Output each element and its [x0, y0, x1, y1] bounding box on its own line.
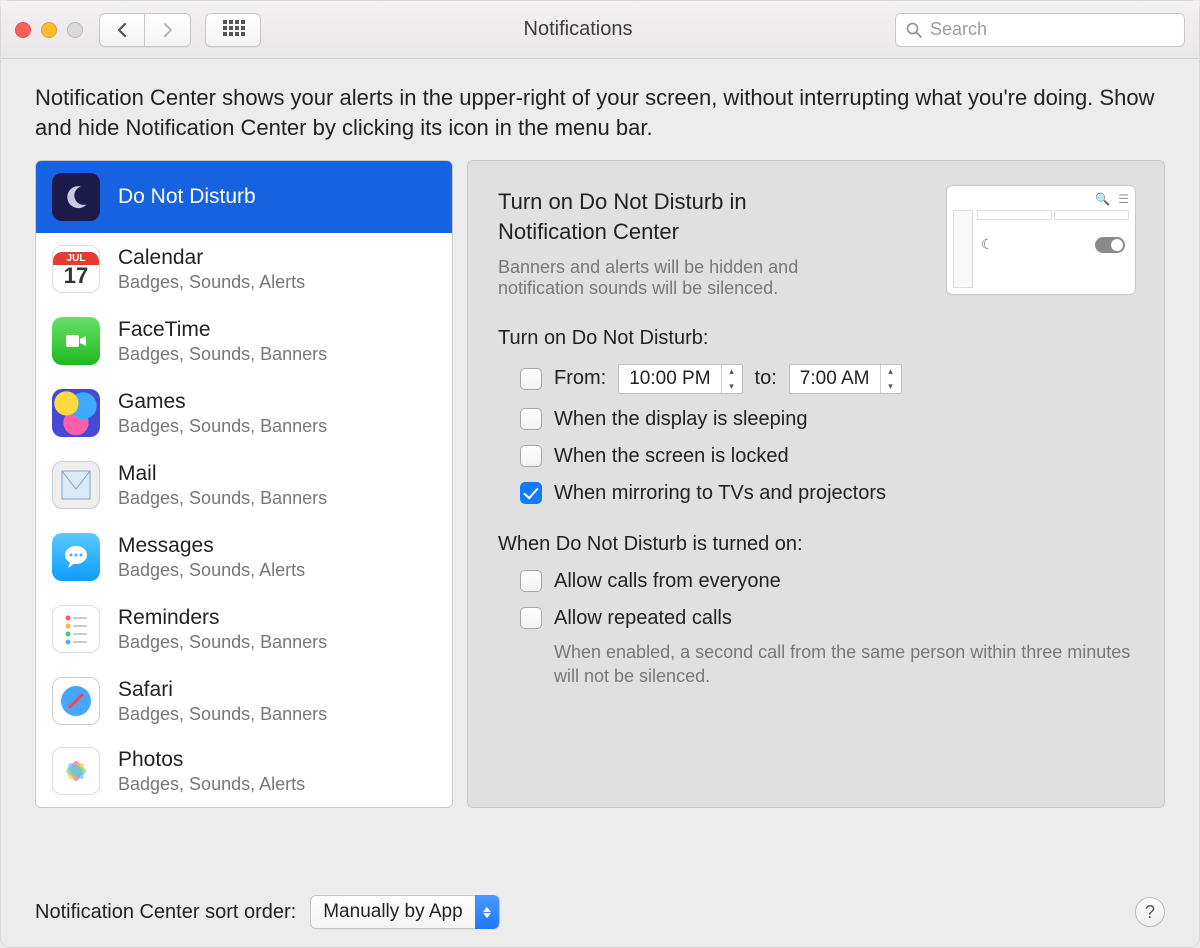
preferences-window: Notifications Notification Center shows … — [0, 0, 1200, 948]
mail-icon — [52, 461, 100, 509]
sidebar-item-sub: Badges, Sounds, Alerts — [118, 560, 305, 581]
description-text: Notification Center shows your alerts in… — [1, 59, 1199, 160]
chevron-left-icon — [116, 22, 128, 38]
sidebar-item-sub: Badges, Sounds, Banners — [118, 488, 327, 509]
sidebar-item-sub: Badges, Sounds, Alerts — [118, 774, 305, 795]
help-button[interactable]: ? — [1135, 897, 1165, 927]
allow-repeated-calls-checkbox[interactable] — [520, 607, 542, 629]
sidebar-item-label: Calendar — [118, 246, 305, 270]
sidebar-item-sub: Badges, Sounds, Banners — [118, 704, 327, 725]
checkbox-label: When mirroring to TVs and projectors — [554, 482, 886, 505]
checkbox-label: When the screen is locked — [554, 445, 789, 468]
sidebar-item-games[interactable]: Games Badges, Sounds, Banners — [36, 377, 452, 449]
checkbox-label: Allow repeated calls — [554, 607, 732, 630]
minimize-button[interactable] — [41, 22, 57, 38]
checkbox-label: Allow calls from everyone — [554, 570, 781, 593]
traffic-lights — [15, 22, 83, 38]
mirroring-checkbox[interactable] — [520, 482, 542, 504]
reminders-icon — [52, 605, 100, 653]
screen-locked-checkbox[interactable] — [520, 445, 542, 467]
sidebar-item-photos[interactable]: Photos Badges, Sounds, Alerts — [36, 737, 452, 805]
sidebar-item-sub: Badges, Sounds, Banners — [118, 344, 327, 365]
calendar-icon: JUL17 — [52, 245, 100, 293]
grid-icon — [223, 20, 243, 40]
allow-calls-checkbox[interactable] — [520, 570, 542, 592]
search-input[interactable] — [930, 19, 1174, 40]
panel-subheading: Banners and alerts will be hidden and no… — [498, 257, 878, 299]
sidebar-item-label: Do Not Disturb — [118, 185, 256, 209]
game-center-icon — [52, 389, 100, 437]
display-sleeping-checkbox[interactable] — [520, 408, 542, 430]
app-list[interactable]: Do Not Disturb JUL17 Calendar Badges, So… — [35, 160, 453, 808]
safari-icon — [52, 677, 100, 725]
back-button[interactable] — [99, 13, 145, 47]
sort-order-label: Notification Center sort order: — [35, 901, 296, 924]
stepper[interactable]: ▴▾ — [721, 365, 742, 393]
sidebar-item-label: FaceTime — [118, 318, 327, 342]
nav-back-forward — [99, 13, 191, 47]
sidebar-item-label: Games — [118, 390, 327, 414]
sidebar-item-label: Messages — [118, 534, 305, 558]
sidebar-item-label: Mail — [118, 462, 327, 486]
search-field[interactable] — [895, 13, 1185, 47]
sidebar-item-safari[interactable]: Safari Badges, Sounds, Banners — [36, 665, 452, 737]
select-value: Manually by App — [323, 901, 462, 923]
sidebar-item-facetime[interactable]: FaceTime Badges, Sounds, Banners — [36, 305, 452, 377]
to-time-field[interactable]: 7:00 AM ▴▾ — [789, 364, 902, 394]
show-all-button[interactable] — [205, 13, 261, 47]
repeated-calls-hint: When enabled, a second call from the sam… — [498, 640, 1134, 689]
sidebar-item-label: Reminders — [118, 606, 327, 630]
sidebar-item-label: Photos — [118, 748, 305, 772]
preview-graphic: 🔍 ☰ ☾ — [946, 185, 1136, 295]
moon-icon — [52, 173, 100, 221]
forward-button[interactable] — [145, 13, 191, 47]
from-time-row: From: 10:00 PM ▴▾ to: 7:00 AM ▴▾ — [498, 364, 1134, 394]
facetime-icon — [52, 317, 100, 365]
list-icon: ☰ — [1118, 192, 1129, 206]
sidebar-item-do-not-disturb[interactable]: Do Not Disturb — [36, 161, 452, 233]
sidebar-item-reminders[interactable]: Reminders Badges, Sounds, Banners — [36, 593, 452, 665]
settings-panel: 🔍 ☰ ☾ Turn on Do Not Disturb in Notificat… — [467, 160, 1165, 808]
from-label: From: — [554, 367, 606, 390]
sidebar-item-sub: Badges, Sounds, Banners — [118, 632, 327, 653]
sidebar-item-calendar[interactable]: JUL17 Calendar Badges, Sounds, Alerts — [36, 233, 452, 305]
sidebar-item-mail[interactable]: Mail Badges, Sounds, Banners — [36, 449, 452, 521]
search-icon — [906, 22, 922, 38]
sidebar-item-sub: Badges, Sounds, Alerts — [118, 272, 305, 293]
sidebar-item-sub: Badges, Sounds, Banners — [118, 416, 327, 437]
select-arrows-icon — [475, 895, 499, 929]
toggle-graphic — [1095, 237, 1125, 253]
to-label: to: — [755, 367, 777, 390]
footer: Notification Center sort order: Manually… — [35, 895, 1165, 929]
window-title: Notifications — [261, 18, 895, 41]
sidebar-item-label: Safari — [118, 678, 327, 702]
from-checkbox[interactable] — [520, 368, 542, 390]
stepper[interactable]: ▴▾ — [880, 365, 901, 393]
section-title: Turn on Do Not Disturb: — [498, 327, 1134, 350]
sidebar-item-messages[interactable]: Messages Badges, Sounds, Alerts — [36, 521, 452, 593]
from-time-field[interactable]: 10:00 PM ▴▾ — [618, 364, 742, 394]
section-title: When Do Not Disturb is turned on: — [498, 533, 1134, 556]
zoom-button[interactable] — [67, 22, 83, 38]
messages-icon — [52, 533, 100, 581]
close-button[interactable] — [15, 22, 31, 38]
chevron-right-icon — [162, 22, 174, 38]
panel-heading: Turn on Do Not Disturb in Notification C… — [498, 187, 858, 246]
checkbox-label: When the display is sleeping — [554, 408, 807, 431]
titlebar: Notifications — [1, 1, 1199, 59]
search-icon: 🔍 — [1095, 192, 1110, 206]
content-area: Do Not Disturb JUL17 Calendar Badges, So… — [1, 160, 1199, 808]
moon-icon: ☾ — [981, 236, 994, 253]
photos-icon — [52, 747, 100, 795]
sort-order-select[interactable]: Manually by App — [310, 895, 499, 929]
